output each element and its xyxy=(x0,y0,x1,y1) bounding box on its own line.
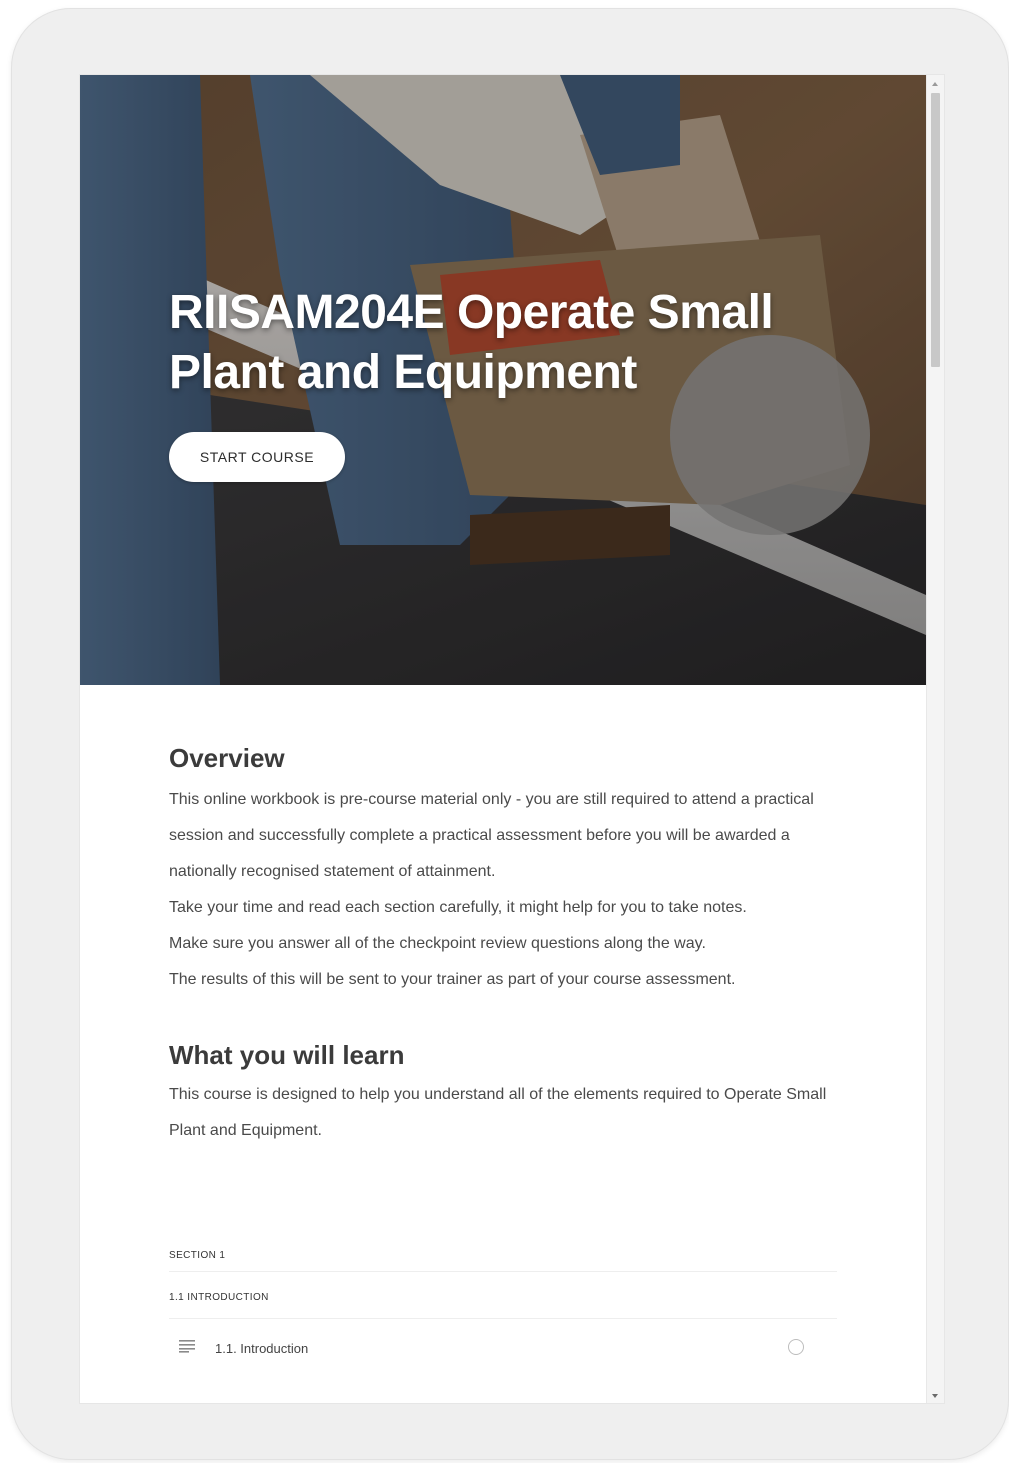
text-lines-icon xyxy=(179,1339,197,1358)
lesson-status-icon xyxy=(788,1339,804,1355)
course-screen: RIISAM204E Operate Small Plant and Equip… xyxy=(79,74,945,1404)
overview-body: This online workbook is pre-course mater… xyxy=(169,782,837,998)
vertical-scrollbar[interactable] xyxy=(926,75,944,1403)
learn-paragraph: This course is designed to help you unde… xyxy=(169,1086,827,1139)
overview-paragraph: The results of this will be sent to your… xyxy=(169,971,736,988)
overview-paragraph: Make sure you answer all of the checkpoi… xyxy=(169,935,706,952)
course-title: RIISAM204E Operate Small Plant and Equip… xyxy=(169,286,774,399)
scroll-up-arrow-icon[interactable] xyxy=(932,82,938,86)
outline-section-header: SECTION 1 xyxy=(169,1233,837,1272)
hero-banner: RIISAM204E Operate Small Plant and Equip… xyxy=(80,75,926,685)
lesson-label: 1.1. Introduction xyxy=(215,1340,309,1356)
overview-paragraph: Take your time and read each section car… xyxy=(169,899,747,916)
what-you-will-learn-heading: What you will learn xyxy=(169,1040,405,1070)
learn-body: This course is designed to help you unde… xyxy=(169,1077,837,1149)
course-outline: SECTION 1 1.1 INTRODUCTION 1.1. Introduc… xyxy=(169,1233,837,1377)
start-course-button[interactable]: START COURSE xyxy=(169,432,345,482)
scrollbar-thumb[interactable] xyxy=(931,93,940,367)
overview-paragraph: This online workbook is pre-course mater… xyxy=(169,791,814,880)
scroll-down-arrow-icon[interactable] xyxy=(932,1394,938,1398)
overview-heading: Overview xyxy=(169,743,285,773)
outline-subsection-header: 1.1 INTRODUCTION xyxy=(169,1272,837,1319)
lesson-item[interactable]: 1.1. Introduction xyxy=(169,1319,837,1377)
